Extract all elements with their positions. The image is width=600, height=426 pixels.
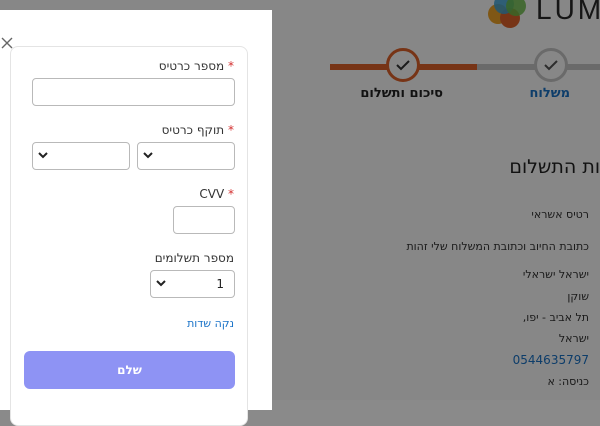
chevron-down-icon [156,280,166,287]
check-icon [396,60,410,71]
phone-number[interactable]: 0544635797 [513,353,589,367]
card-number-label: * מספר כרטיס [158,59,234,73]
expiry-label: * תוקף כרטיס [161,123,234,137]
card-form: * מספר כרטיס * תוקף כרטיס * CVV מספר תשל… [10,46,248,426]
installments-select[interactable]: 1 [150,270,235,298]
required-mark: * [228,59,234,73]
address-entrance: כניסה: א [547,375,589,388]
installments-value: 1 [216,277,224,291]
required-mark: * [228,123,234,137]
customer-name: ישראל ישראלי [522,268,589,281]
installments-label: מספר תשלומים [154,251,234,265]
logo-text: LUM [536,0,600,25]
logo-icon [486,0,526,30]
address-street: שוקן [567,290,589,303]
check-icon [544,60,558,71]
card-number-input[interactable] [32,78,235,106]
chevron-down-icon [143,152,153,159]
step-shipping[interactable] [534,48,568,82]
payment-modal: * מספר כרטיס * תוקף כרטיס * CVV מספר תשל… [0,10,272,426]
same-address-text: כתובת החיוב וכתובת המשלוח שלי זהות [406,240,589,253]
brand-logo: LUM [486,0,600,34]
payment-details-heading: ות התשלום [509,156,600,178]
address-country: ישראל [558,332,589,345]
address-city: תל אביב - יפו, [522,311,589,324]
chevron-down-icon [38,152,48,159]
required-mark: * [228,187,234,201]
step-label-shipping[interactable]: משלוח [529,86,570,101]
expiry-month-select[interactable] [137,142,235,170]
step-label-summary-payment: סיכום ותשלום [360,86,443,101]
cvv-input[interactable] [173,206,235,234]
cvv-label: * CVV [199,187,234,201]
clear-fields-link[interactable]: נקה שדות [187,317,234,330]
pay-button[interactable]: שלם [24,351,235,389]
step-summary-payment[interactable] [386,48,420,82]
expiry-year-select[interactable] [32,142,130,170]
payment-method-text: רטיס אשראי [531,208,589,221]
